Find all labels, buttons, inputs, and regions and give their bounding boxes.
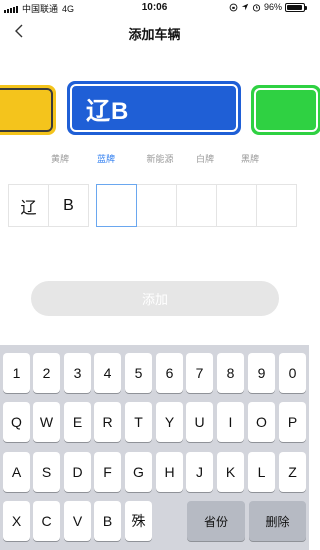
plate-number-display: 辽B [70, 84, 238, 132]
battery-icon [285, 2, 307, 12]
tab-blue-plate[interactable]: 蓝牌 [81, 152, 131, 165]
key-p[interactable]: P [279, 402, 306, 442]
key-v[interactable]: V [64, 501, 91, 541]
key-h[interactable]: H [156, 452, 183, 492]
key-s[interactable]: S [33, 452, 60, 492]
tab-black-plate[interactable]: 黑牌 [225, 152, 275, 165]
plate-char-inputs: 辽 B [8, 184, 301, 227]
plate-char-6[interactable] [216, 184, 257, 227]
key-e[interactable]: E [64, 402, 91, 442]
key-c[interactable]: C [33, 501, 60, 541]
plate-carousel[interactable]: 辽B [0, 79, 320, 139]
plate-char-5[interactable] [176, 184, 217, 227]
key-o[interactable]: O [248, 402, 275, 442]
location-icon [241, 3, 249, 11]
key-4[interactable]: 4 [94, 353, 121, 393]
tab-yellow-plate[interactable]: 黄牌 [35, 152, 85, 165]
key-d[interactable]: D [64, 452, 91, 492]
plate-yellow[interactable] [0, 85, 56, 135]
key-l[interactable]: L [248, 452, 275, 492]
plate-char-4[interactable] [136, 184, 177, 227]
key-8[interactable]: 8 [217, 353, 244, 393]
page-title: 添加车辆 [128, 27, 181, 42]
key-q[interactable]: Q [3, 402, 30, 442]
tab-white-plate[interactable]: 白牌 [180, 152, 230, 165]
key-1[interactable]: 1 [3, 353, 30, 393]
key-b[interactable]: B [94, 501, 121, 541]
plate-char-7[interactable] [256, 184, 297, 227]
key-0[interactable]: 0 [279, 353, 306, 393]
key-6[interactable]: 6 [156, 353, 183, 393]
key-g[interactable]: G [125, 452, 152, 492]
key-f[interactable]: F [94, 452, 121, 492]
alarm-icon [252, 3, 261, 12]
province-key[interactable]: 省份 [187, 501, 245, 541]
plate-blue[interactable]: 辽B [67, 81, 241, 135]
key-r[interactable]: R [94, 402, 121, 442]
key-z[interactable]: Z [279, 452, 306, 492]
key-j[interactable]: J [186, 452, 213, 492]
nav-bar: 添加车辆 [0, 16, 309, 48]
key-i[interactable]: I [217, 402, 244, 442]
battery-level [287, 4, 303, 10]
key-5[interactable]: 5 [125, 353, 152, 393]
plate-green[interactable] [251, 85, 320, 135]
status-bar: 中国联通 4G 10:06 96% [0, 0, 309, 16]
key-k[interactable]: K [217, 452, 244, 492]
orientation-lock-icon [229, 3, 238, 11]
key-7[interactable]: 7 [186, 353, 213, 393]
tab-new-energy-plate[interactable]: 新能源 [135, 152, 185, 165]
plate-type-tabs: 黄牌 蓝牌 新能源 白牌 黑牌 [0, 152, 309, 166]
key-9[interactable]: 9 [248, 353, 275, 393]
delete-key[interactable]: 删除 [249, 501, 306, 541]
status-right: 96% [229, 2, 307, 12]
plate-char-2[interactable]: B [48, 184, 89, 227]
key-w[interactable]: W [33, 402, 60, 442]
plate-char-1[interactable]: 辽 [8, 184, 49, 227]
key-shu[interactable]: 殊 [125, 501, 152, 541]
battery-percent: 96% [263, 2, 282, 12]
key-a[interactable]: A [3, 452, 30, 492]
key-y[interactable]: Y [156, 402, 183, 442]
plate-char-3[interactable] [96, 184, 137, 227]
key-3[interactable]: 3 [64, 353, 91, 393]
key-x[interactable]: X [3, 501, 30, 541]
key-t[interactable]: T [125, 402, 152, 442]
key-2[interactable]: 2 [33, 353, 60, 393]
add-button[interactable]: 添加 [31, 281, 279, 316]
key-u[interactable]: U [186, 402, 213, 442]
plate-keyboard: 1 2 3 4 5 6 7 8 9 0 Q W E R T Y U I O P … [0, 345, 309, 550]
